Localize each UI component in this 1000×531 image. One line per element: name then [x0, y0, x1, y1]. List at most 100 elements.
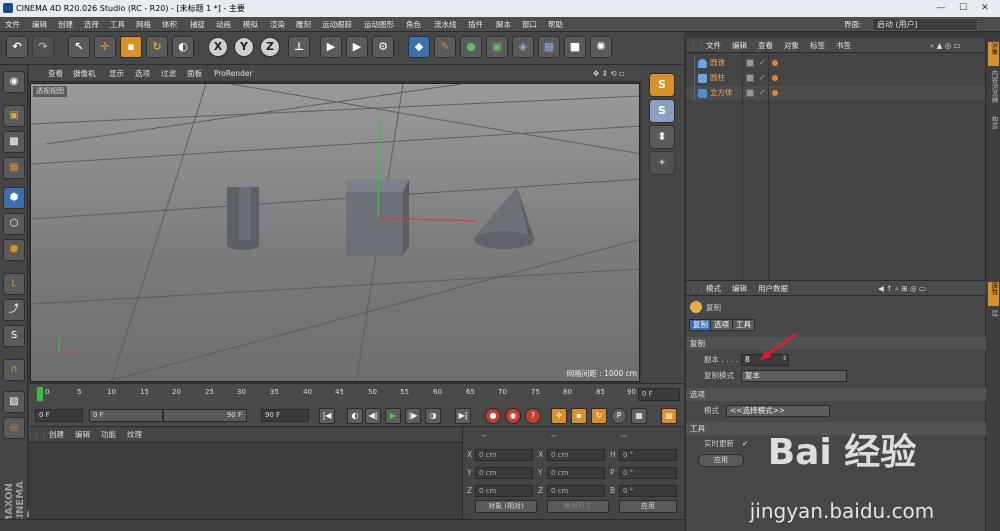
texture-mode-icon[interactable]: ▩: [3, 131, 25, 153]
object-row[interactable]: 立方体 ✓: [686, 86, 986, 100]
redo-icon[interactable]: ↷: [32, 36, 54, 58]
material-menu-edit[interactable]: 编辑: [75, 429, 90, 441]
side-tab-objects[interactable]: 对象: [988, 42, 999, 66]
subdivision-surface-icon[interactable]: ●: [460, 36, 482, 58]
snap-toggle-icon[interactable]: S: [649, 73, 675, 97]
object-search-icons[interactable]: ⌕ ▲ ◎ ▭: [930, 39, 961, 52]
panel-grip-icon[interactable]: ⋮⋮: [33, 429, 48, 441]
tag-icon[interactable]: [772, 75, 778, 81]
menu-select[interactable]: 选择: [84, 18, 99, 31]
attribute-menu-mode[interactable]: 模式: [706, 282, 721, 295]
next-frame-icon[interactable]: |▶: [405, 408, 421, 424]
viewport-nav-icons[interactable]: ✥ ⇕ ⟲ ▫: [593, 67, 624, 80]
snap-settings-icon[interactable]: S: [649, 99, 675, 123]
model-mode-icon[interactable]: ▣: [3, 105, 25, 127]
coordinate-system-icon[interactable]: ⊥: [288, 36, 310, 58]
snap-icon[interactable]: S: [3, 325, 25, 347]
tag-icon[interactable]: [772, 60, 778, 66]
attribute-menu-edit[interactable]: 编辑: [732, 282, 747, 295]
light-icon[interactable]: ✺: [590, 36, 612, 58]
attribute-nav-icons[interactable]: ◀ ↑ ⌕ ⊞ ◎ ▭: [878, 282, 926, 295]
start-frame-field[interactable]: 0 F: [35, 409, 83, 422]
side-tab-attributes[interactable]: 属性: [988, 282, 999, 306]
viewport-menu-options[interactable]: 选项: [135, 67, 150, 80]
visibility-icon[interactable]: [746, 74, 754, 82]
play-icon[interactable]: ▶: [385, 408, 401, 424]
tweak-icon[interactable]: ⤴: [3, 299, 25, 321]
material-menu-create[interactable]: 创建: [49, 429, 64, 441]
enable-axis-icon[interactable]: L: [3, 273, 25, 295]
menu-plugins[interactable]: 插件: [468, 18, 483, 31]
attribute-apply-button[interactable]: 应用: [698, 454, 744, 467]
rotation-h-field[interactable]: 0 °: [619, 449, 677, 461]
material-menu-function[interactable]: 功能: [101, 429, 116, 441]
timeline-ruler[interactable]: 0 5 10 15 20 25 30 35 40 45 50 55 60 65 …: [29, 383, 684, 405]
range-start-field[interactable]: 0 F: [89, 409, 163, 422]
menu-motion-tracker[interactable]: 运动跟踪: [322, 18, 352, 31]
undo-icon[interactable]: ↶: [6, 36, 28, 58]
menu-file[interactable]: 文件: [5, 18, 20, 31]
object-name[interactable]: 圆锥: [710, 56, 725, 70]
magnet-icon[interactable]: ∩: [3, 359, 25, 381]
deformer-icon[interactable]: ◈: [512, 36, 534, 58]
menu-volume[interactable]: 体积: [162, 18, 177, 31]
visibility-icon[interactable]: [746, 59, 754, 67]
recent-tools-icon[interactable]: ◐: [172, 36, 194, 58]
edges-mode-icon[interactable]: ⬡: [3, 213, 25, 235]
render-view-icon[interactable]: ▶: [320, 36, 342, 58]
render-settings-icon[interactable]: ⚙: [372, 36, 394, 58]
points-mode-icon[interactable]: ⬢: [3, 187, 25, 209]
array-cloner-icon[interactable]: ▣: [486, 36, 508, 58]
key-position-icon[interactable]: ✛: [551, 408, 567, 424]
object-menu-tags[interactable]: 标签: [810, 39, 825, 52]
maximize-button[interactable]: ☐: [952, 2, 974, 15]
position-x-field[interactable]: 0 cm: [475, 449, 533, 461]
enabled-check-icon[interactable]: ✓: [759, 71, 766, 85]
object-row[interactable]: 圆柱 ✓: [686, 71, 986, 85]
object-menu-edit[interactable]: 编辑: [732, 39, 747, 52]
menu-render[interactable]: 渲染: [270, 18, 285, 31]
menu-snap[interactable]: 捕捉: [190, 18, 205, 31]
attr-tab-options[interactable]: 选项: [710, 319, 733, 331]
tag-icon[interactable]: [772, 90, 778, 96]
viewport-menu-filter[interactable]: 过滤: [161, 67, 176, 80]
object-name[interactable]: 圆柱: [710, 71, 725, 85]
menu-window[interactable]: 窗口: [522, 18, 537, 31]
rotation-p-field[interactable]: 0 °: [619, 467, 677, 479]
key-parameter-icon[interactable]: P: [611, 408, 627, 424]
menu-edit[interactable]: 编辑: [32, 18, 47, 31]
viewport-menu-panel[interactable]: 面板: [187, 67, 202, 80]
close-button[interactable]: ✕: [974, 2, 996, 15]
menu-sculpt[interactable]: 雕刻: [296, 18, 311, 31]
menu-animate[interactable]: 动画: [216, 18, 231, 31]
position-z-field[interactable]: 0 cm: [475, 485, 533, 497]
panel-grip-icon[interactable]: ⋮⋮: [690, 39, 705, 52]
position-y-field[interactable]: 0 cm: [475, 467, 533, 479]
guide-icon[interactable]: ✦: [649, 151, 675, 175]
menu-create[interactable]: 创建: [58, 18, 73, 31]
key-rotation-icon[interactable]: ↻: [591, 408, 607, 424]
perspective-viewport[interactable]: 透视视图 网格间距 : 1000 cm: [30, 83, 640, 382]
material-menu-texture[interactable]: 纹理: [127, 429, 142, 441]
menu-script[interactable]: 脚本: [496, 18, 511, 31]
next-key-icon[interactable]: ◑: [425, 408, 441, 424]
polygons-mode-icon[interactable]: ⬢: [3, 239, 25, 261]
workplane-mode-icon[interactable]: ▦: [3, 157, 25, 179]
object-menu-objects[interactable]: 对象: [784, 39, 799, 52]
coord-mode-dropdown[interactable]: 对象 (相对): [475, 500, 537, 513]
object-menu-file[interactable]: 文件: [706, 39, 721, 52]
side-tab-structure[interactable]: 构造: [988, 116, 999, 138]
menu-character[interactable]: 角色: [406, 18, 421, 31]
object-row[interactable]: 圆锥 ✓: [686, 56, 986, 70]
keyframe-selection-icon[interactable]: ?: [525, 408, 541, 424]
menu-tools[interactable]: 工具: [110, 18, 125, 31]
go-to-start-icon[interactable]: |◀: [319, 408, 335, 424]
layout-dropdown[interactable]: 启动 (用户): [872, 18, 978, 31]
object-name[interactable]: 立方体: [710, 86, 733, 100]
workplane-icon[interactable]: ◎: [3, 417, 25, 439]
side-tab-content-browser[interactable]: 内容浏览器: [988, 70, 999, 112]
pen-spline-icon[interactable]: ✎: [434, 36, 456, 58]
object-menu-bookmarks[interactable]: 书签: [836, 39, 851, 52]
panel-grip-icon[interactable]: ⋮⋮: [690, 282, 705, 295]
rotate-icon[interactable]: ↻: [146, 36, 168, 58]
